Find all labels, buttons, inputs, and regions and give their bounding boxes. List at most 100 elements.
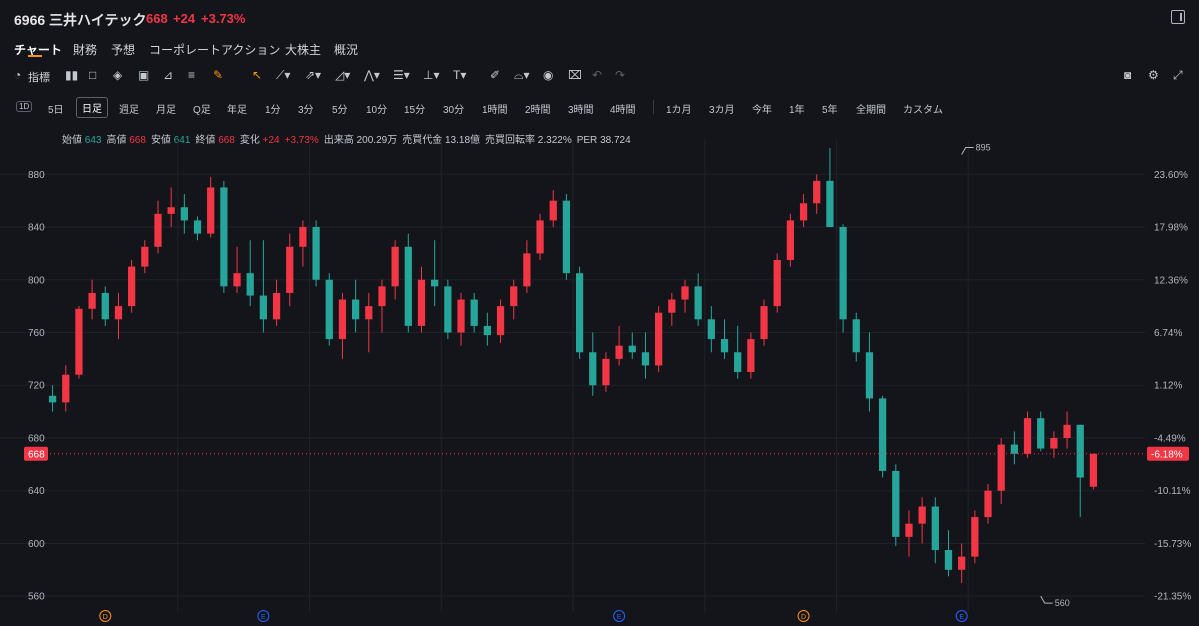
candle-body[interactable] xyxy=(852,319,860,353)
candle-body[interactable] xyxy=(747,339,755,373)
candle-body[interactable] xyxy=(233,273,241,287)
measure-icon[interactable]: ⊥▾ xyxy=(423,68,439,82)
layers-icon[interactable]: ◈ xyxy=(113,68,122,82)
magnet-icon[interactable]: ⌓▾ xyxy=(514,68,530,83)
candle-body[interactable] xyxy=(1023,418,1032,454)
candle-body[interactable] xyxy=(365,306,373,320)
candle-body[interactable] xyxy=(839,227,847,320)
candle-body[interactable] xyxy=(312,227,320,280)
pencil-icon[interactable]: ✎ xyxy=(213,68,223,82)
candle-body[interactable] xyxy=(760,306,768,340)
candle-body[interactable] xyxy=(193,220,202,234)
candle-body[interactable] xyxy=(655,312,663,366)
tab-financials[interactable]: 財務 xyxy=(73,41,97,58)
candle-body[interactable] xyxy=(826,180,834,228)
candle-body[interactable] xyxy=(457,299,465,333)
candle-body[interactable] xyxy=(734,352,742,373)
range-3h[interactable]: 3時間 xyxy=(568,101,594,116)
trend-line-icon[interactable]: ⟋▾ xyxy=(276,68,290,83)
candle-body[interactable] xyxy=(536,220,544,254)
range-30m[interactable]: 30分 xyxy=(443,101,464,116)
candle-body[interactable] xyxy=(1063,424,1071,438)
cursor-icon[interactable]: ↖ xyxy=(252,68,262,82)
candle-body[interactable] xyxy=(865,352,874,399)
candle-body[interactable] xyxy=(905,523,913,537)
candle-body[interactable] xyxy=(958,556,966,570)
candle-body[interactable] xyxy=(720,339,729,353)
range-quarterly[interactable]: Q足 xyxy=(193,101,211,116)
candle-body[interactable] xyxy=(562,200,571,274)
range-1m[interactable]: 1分 xyxy=(265,101,281,116)
candle-body[interactable] xyxy=(589,352,597,386)
range-5d[interactable]: 5日 xyxy=(48,101,64,116)
pattern-icon[interactable]: ⋀▾ xyxy=(364,68,380,82)
range-daily[interactable]: 日足 xyxy=(76,97,108,118)
candle-body[interactable] xyxy=(984,490,992,518)
fib-icon[interactable]: ⇗▾ xyxy=(305,68,321,82)
candle-body[interactable] xyxy=(549,200,557,221)
range-5m[interactable]: 5分 xyxy=(332,101,348,116)
candle-body[interactable] xyxy=(246,273,254,296)
candle-body[interactable] xyxy=(707,319,715,340)
tab-major-shareholders[interactable]: 大株主 xyxy=(285,41,321,58)
fib-levels-icon[interactable]: ☰▾ xyxy=(393,68,410,82)
candle-body[interactable] xyxy=(338,299,347,340)
candle-body[interactable] xyxy=(1037,418,1045,449)
candle-body[interactable] xyxy=(88,292,96,309)
candle-body[interactable] xyxy=(286,246,294,293)
compare-icon[interactable]: ▣ xyxy=(138,68,149,82)
candle-body[interactable] xyxy=(878,398,887,471)
candle-body[interactable] xyxy=(575,273,584,353)
range-3m[interactable]: 3分 xyxy=(298,101,314,116)
brush-icon[interactable]: ✐ xyxy=(490,68,500,82)
range-5y[interactable]: 5年 xyxy=(822,101,838,116)
range-15m[interactable]: 15分 xyxy=(404,101,425,116)
candle-body[interactable] xyxy=(786,220,795,260)
range-2h[interactable]: 2時間 xyxy=(525,101,551,116)
range-ytd[interactable]: 今年 xyxy=(752,101,772,116)
candle-body[interactable] xyxy=(101,292,109,320)
candle-body[interactable] xyxy=(431,279,439,287)
candle-body[interactable] xyxy=(378,286,386,307)
text-icon[interactable]: T▾ xyxy=(453,68,466,82)
candle-body[interactable] xyxy=(641,352,650,366)
candle-body[interactable] xyxy=(694,286,702,320)
range-custom[interactable]: カスタム xyxy=(903,101,943,116)
candle-body[interactable] xyxy=(180,207,188,221)
candle-body[interactable] xyxy=(799,203,808,221)
candle-body[interactable] xyxy=(272,292,281,320)
eye-icon[interactable]: ◉ xyxy=(543,68,553,82)
fullscreen-icon[interactable]: ⤢ xyxy=(1173,68,1183,83)
indicator-label[interactable]: 指標 xyxy=(28,69,50,85)
candle-body[interactable] xyxy=(75,308,83,375)
trash-icon[interactable]: ⌧ xyxy=(568,68,582,82)
range-icon[interactable]: 1D xyxy=(16,101,33,112)
candle-body[interactable] xyxy=(628,345,636,353)
candle-body[interactable] xyxy=(523,253,531,287)
candle-body[interactable] xyxy=(602,358,610,386)
tab-overview[interactable]: 概況 xyxy=(334,41,358,58)
candle-body[interactable] xyxy=(997,444,1005,491)
candle-body[interactable] xyxy=(773,259,781,307)
range-yearly[interactable]: 年足 xyxy=(227,101,247,116)
candle-body[interactable] xyxy=(483,325,491,336)
candle-body[interactable] xyxy=(1076,424,1084,478)
candle-body[interactable] xyxy=(48,395,57,403)
range-1h[interactable]: 1時間 xyxy=(482,101,508,116)
range-4h[interactable]: 4時間 xyxy=(610,101,636,116)
range-1y[interactable]: 1年 xyxy=(789,101,805,116)
candle-body[interactable] xyxy=(944,550,953,570)
range-10m[interactable]: 10分 xyxy=(366,101,387,116)
candle-body[interactable] xyxy=(220,187,228,287)
tab-corporate-action[interactable]: コーポレートアクション xyxy=(149,41,280,58)
gear-icon[interactable]: ⚙ xyxy=(1148,68,1159,82)
triangle-icon[interactable]: ◿▾ xyxy=(335,68,350,82)
candle-body[interactable] xyxy=(417,279,426,326)
candle-body[interactable] xyxy=(1089,453,1098,487)
candle-body[interactable] xyxy=(496,306,505,336)
candle-body[interactable] xyxy=(114,306,123,320)
rectangle-icon[interactable]: □ xyxy=(89,68,96,82)
candle-body[interactable] xyxy=(259,295,268,320)
candle-body[interactable] xyxy=(1050,437,1058,449)
candle-body[interactable] xyxy=(971,517,979,557)
